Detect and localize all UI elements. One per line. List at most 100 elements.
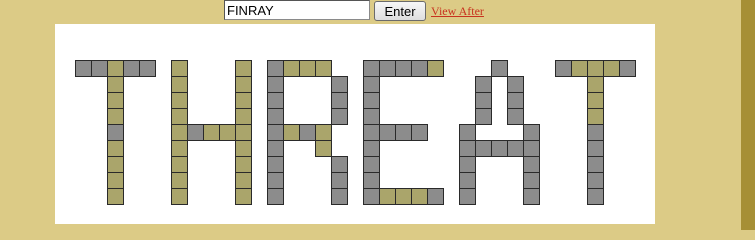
gray-tile [411, 124, 428, 141]
olive-tile [379, 188, 396, 205]
gray-tile [555, 60, 572, 77]
letter-tile-board [55, 24, 655, 224]
gray-tile [267, 92, 284, 109]
word-input[interactable] [224, 0, 370, 20]
olive-tile [235, 92, 252, 109]
gray-tile [299, 124, 316, 141]
gray-tile [523, 172, 540, 189]
olive-tile [299, 60, 316, 77]
olive-tile [411, 188, 428, 205]
view-after-link[interactable]: View After [431, 4, 484, 19]
gray-tile [523, 140, 540, 157]
gray-tile [267, 172, 284, 189]
gray-tile [363, 76, 380, 93]
olive-tile [235, 60, 252, 77]
olive-tile [171, 140, 188, 157]
gray-tile [395, 60, 412, 77]
gray-tile [267, 188, 284, 205]
gray-tile [267, 140, 284, 157]
gray-tile [363, 124, 380, 141]
gray-tile [331, 76, 348, 93]
tile-word-graphic [75, 60, 636, 205]
gray-tile [267, 124, 284, 141]
gray-tile [363, 172, 380, 189]
olive-tile [427, 60, 444, 77]
gray-tile [507, 108, 524, 125]
gray-tile [331, 156, 348, 173]
olive-tile [235, 140, 252, 157]
olive-tile [603, 60, 620, 77]
gray-tile [267, 76, 284, 93]
gray-tile [379, 124, 396, 141]
gray-tile [107, 124, 124, 141]
gray-tile [523, 188, 540, 205]
gray-tile [331, 108, 348, 125]
gray-tile [507, 140, 524, 157]
olive-tile [171, 108, 188, 125]
olive-tile [395, 188, 412, 205]
gray-tile [427, 188, 444, 205]
gray-tile [507, 92, 524, 109]
gray-tile [267, 156, 284, 173]
gray-tile [139, 60, 156, 77]
gray-tile [331, 92, 348, 109]
olive-tile [235, 156, 252, 173]
olive-tile [171, 92, 188, 109]
olive-tile [107, 140, 124, 157]
gray-tile [363, 108, 380, 125]
olive-tile [107, 172, 124, 189]
gray-tile [363, 156, 380, 173]
gray-tile [619, 60, 636, 77]
gray-tile [587, 188, 604, 205]
gray-tile [587, 140, 604, 157]
gray-tile [459, 124, 476, 141]
olive-tile [315, 60, 332, 77]
olive-tile [171, 188, 188, 205]
olive-tile [587, 76, 604, 93]
gray-tile [587, 124, 604, 141]
page-right-border [741, 0, 755, 230]
olive-tile [171, 172, 188, 189]
gray-tile [363, 92, 380, 109]
gray-tile [187, 124, 204, 141]
olive-tile [107, 188, 124, 205]
olive-tile [171, 124, 188, 141]
gray-tile [491, 60, 508, 77]
gray-tile [459, 172, 476, 189]
gray-tile [395, 124, 412, 141]
letter-t-1 [75, 60, 156, 205]
olive-tile [235, 188, 252, 205]
olive-tile [235, 108, 252, 125]
gray-tile [587, 172, 604, 189]
olive-tile [571, 60, 588, 77]
gray-tile [459, 188, 476, 205]
enter-button[interactable]: Enter [374, 1, 426, 21]
olive-tile [107, 156, 124, 173]
gray-tile [459, 156, 476, 173]
gray-tile [331, 172, 348, 189]
olive-tile [171, 60, 188, 77]
olive-tile [283, 60, 300, 77]
olive-tile [235, 76, 252, 93]
gray-tile [459, 140, 476, 157]
gray-tile [123, 60, 140, 77]
olive-tile [107, 60, 124, 77]
olive-tile [235, 172, 252, 189]
gray-tile [363, 188, 380, 205]
gray-tile [75, 60, 92, 77]
letter-e-4 [363, 60, 444, 205]
letter-a-5 [459, 60, 540, 205]
olive-tile [171, 76, 188, 93]
olive-tile [171, 156, 188, 173]
olive-tile [587, 92, 604, 109]
olive-tile [235, 124, 252, 141]
gray-tile [475, 108, 492, 125]
olive-tile [107, 108, 124, 125]
gray-tile [475, 76, 492, 93]
olive-tile [587, 60, 604, 77]
gray-tile [267, 108, 284, 125]
letter-t-6 [555, 60, 636, 205]
gray-tile [587, 156, 604, 173]
olive-tile [315, 140, 332, 157]
gray-tile [507, 76, 524, 93]
